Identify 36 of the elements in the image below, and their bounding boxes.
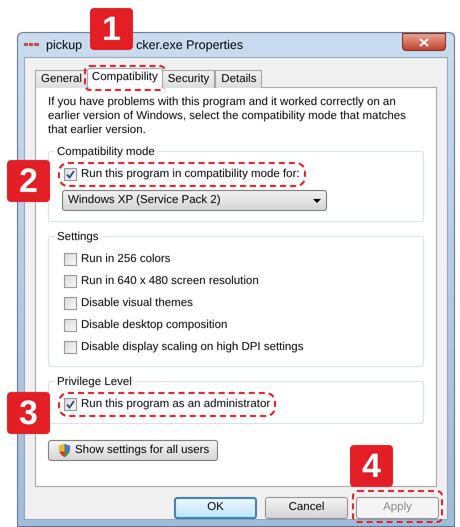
window-title: pickup — [46, 36, 82, 54]
checkbox[interactable] — [64, 341, 77, 354]
checkbox[interactable] — [64, 253, 77, 266]
checkbox-option[interactable]: Run in 256 colors — [62, 251, 172, 268]
dialog-button[interactable]: Cancel — [265, 496, 348, 519]
show-settings-button[interactable]: Show settings for all users — [48, 440, 218, 461]
step-number-badge: 2 — [7, 160, 50, 202]
check-icon — [66, 400, 75, 409]
checkbox[interactable] — [64, 319, 77, 332]
checkbox-option[interactable]: Run in 640 x 480 screen resolution — [62, 273, 261, 290]
step-number-badge: 3 — [7, 392, 50, 434]
check-icon — [66, 170, 75, 179]
checkbox-option[interactable]: Run this program in compatibility mode for: — [62, 166, 302, 183]
tab[interactable]: Compatibility — [86, 68, 163, 88]
checkbox[interactable] — [64, 275, 77, 288]
app-icon — [24, 41, 40, 49]
step-number-badge: 4 — [350, 445, 393, 487]
checkbox-option[interactable]: Disable display scaling on high DPI settings — [62, 339, 306, 356]
checkbox-option[interactable]: Run this program as an administrator — [62, 396, 272, 413]
checkbox-option[interactable]: Disable desktop composition — [62, 317, 230, 334]
tab[interactable]: Security — [162, 70, 216, 88]
checkbox[interactable] — [64, 398, 77, 411]
dropdown[interactable]: Windows XP (Service Pack 2) — [62, 190, 327, 211]
tab[interactable]: General — [35, 70, 88, 88]
close-icon — [419, 38, 429, 46]
checkbox[interactable] — [64, 168, 77, 181]
dropdown-arrow-icon — [313, 198, 321, 202]
shield-icon — [57, 443, 72, 458]
intro-text: If you have problems with this program and it worked correctly on an earlier version of Windows, select the compatibility mode that matches that earlier version. — [48, 95, 407, 137]
tab[interactable]: Details — [215, 70, 262, 88]
checkbox[interactable] — [64, 297, 77, 310]
checkbox-option[interactable]: Disable visual themes — [62, 295, 195, 312]
dialog-button[interactable]: OK — [174, 496, 257, 519]
step-number-badge: 1 — [90, 8, 133, 50]
window-title: cker.exe Properties — [136, 36, 244, 54]
close-button[interactable] — [402, 33, 446, 51]
